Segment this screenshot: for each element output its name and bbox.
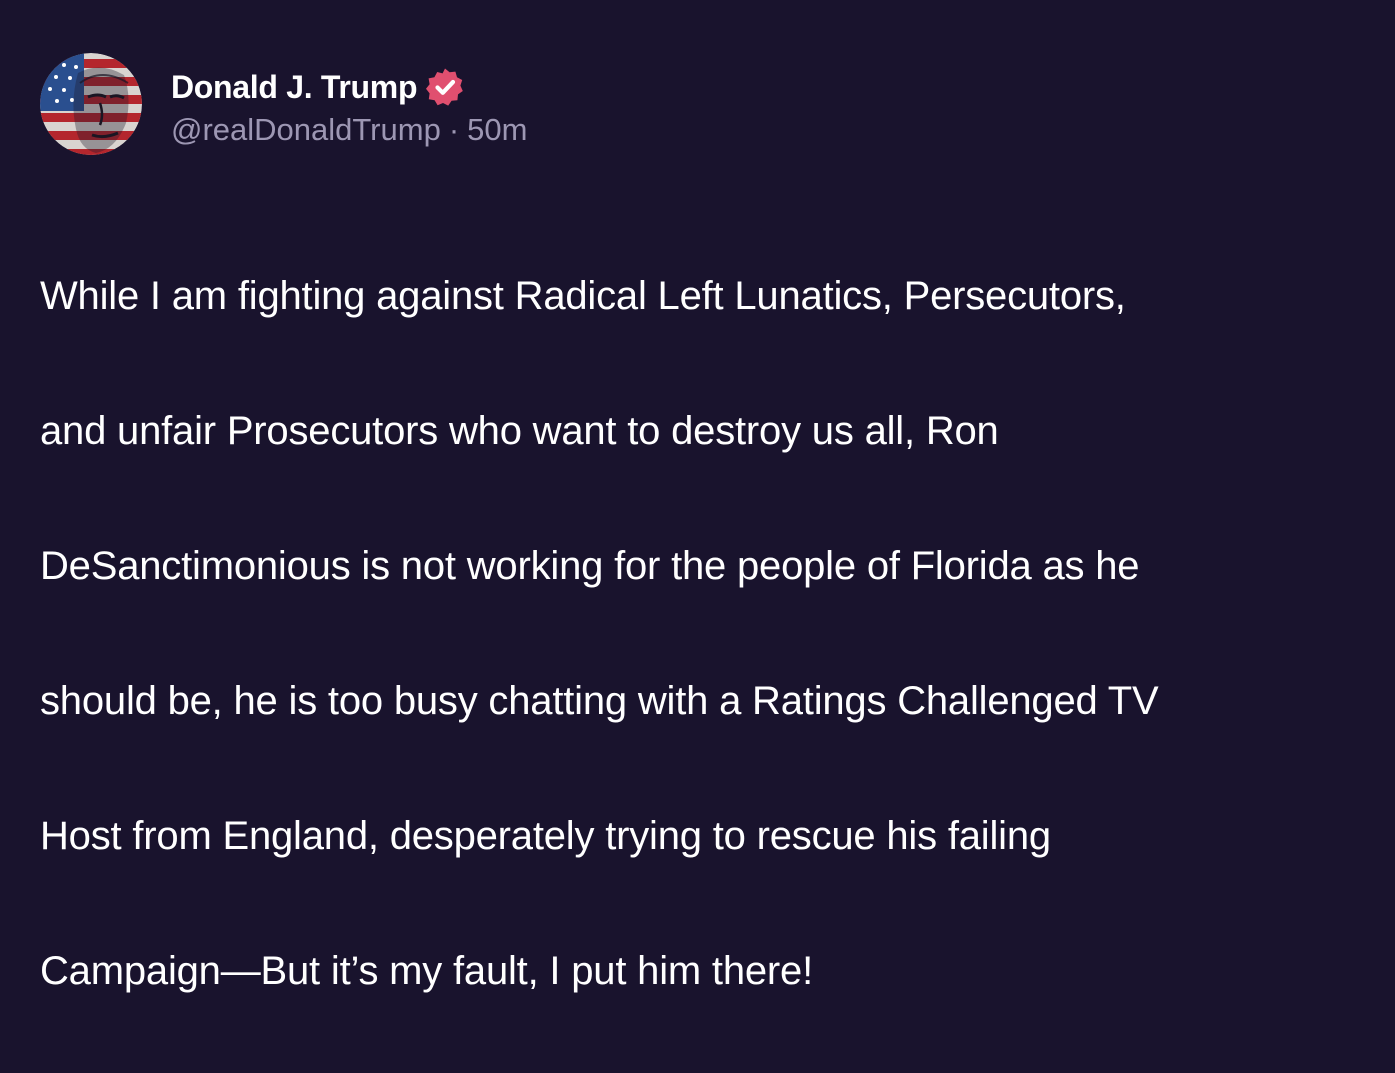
verified-badge-icon bbox=[425, 67, 465, 107]
post-card: Donald J. Trump @realDonaldTrump · 50m W… bbox=[0, 0, 1395, 993]
avatar[interactable] bbox=[40, 53, 142, 155]
post-body-line: DeSanctimonious is not working for the p… bbox=[40, 543, 1140, 588]
post-body-line: Campaign—But it’s my fault, I put him th… bbox=[40, 948, 814, 993]
post-header: Donald J. Trump @realDonaldTrump · 50m bbox=[40, 53, 527, 155]
display-name[interactable]: Donald J. Trump bbox=[171, 69, 418, 106]
post-body-line: Host from England, desperately trying to… bbox=[40, 813, 1051, 858]
post-body-line: and unfair Prosecutors who want to destr… bbox=[40, 408, 999, 453]
meta-separator: · bbox=[448, 112, 460, 147]
post-timestamp[interactable]: 50m bbox=[467, 112, 527, 148]
post-body-line: should be, he is too busy chatting with … bbox=[40, 678, 1159, 723]
post-body-line: While I am fighting against Radical Left… bbox=[40, 273, 1126, 318]
avatar-image bbox=[40, 53, 142, 155]
post-body: While I am fighting against Radical Left… bbox=[40, 195, 1370, 1073]
user-handle[interactable]: @realDonaldTrump bbox=[171, 112, 441, 148]
author-block: Donald J. Trump @realDonaldTrump · 50m bbox=[171, 60, 527, 148]
meta-row: @realDonaldTrump · 50m bbox=[171, 112, 527, 148]
name-row: Donald J. Trump bbox=[171, 60, 527, 114]
